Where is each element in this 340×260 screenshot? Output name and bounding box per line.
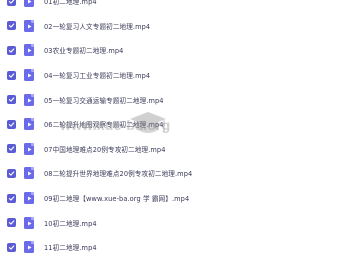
file-name[interactable]: 01初二地理.mp4 [44,0,97,6]
checkbox-checked-icon[interactable] [7,45,16,55]
file-row[interactable]: 08二轮提升世界地理难点20例专攻初二地理.mp4 [0,161,340,186]
checkbox-checked-icon[interactable] [7,119,16,129]
checkbox-checked-icon[interactable] [7,144,16,154]
file-name[interactable]: 03农业专题初二地理.mp4 [44,45,123,55]
video-file-icon [24,19,34,32]
checkbox-checked-icon[interactable] [7,21,16,31]
video-file-icon [24,142,34,155]
video-file-icon [24,118,34,131]
video-file-icon [24,0,34,8]
file-row[interactable]: 09初二地理【www.xue-ba.org 学 霸网】.mp4 [0,186,340,211]
file-row[interactable]: 11初二地理.mp4 [0,235,340,260]
checkbox-checked-icon[interactable] [7,95,16,105]
file-name[interactable]: 05一轮复习交通运输专题初二地理.mp4 [44,95,164,105]
file-row[interactable]: 03农业专题初二地理.mp4 [0,38,340,63]
video-file-icon [24,216,34,229]
video-file-icon [24,69,34,82]
checkbox-checked-icon[interactable] [7,70,16,80]
file-name[interactable]: 02一轮复习人文专题初二地理.mp4 [44,21,150,31]
file-name[interactable]: 09初二地理【www.xue-ba.org 学 霸网】.mp4 [44,193,189,203]
video-file-icon [24,192,34,205]
file-name[interactable]: 11初二地理.mp4 [44,242,97,252]
file-row[interactable]: 05一轮复习交通运输专题初二地理.mp4 [0,87,340,112]
file-row[interactable]: 07中国地理难点20例专攻初二地理.mp4 [0,137,340,162]
checkbox-checked-icon[interactable] [7,242,16,252]
file-name[interactable]: 07中国地理难点20例专攻初二地理.mp4 [44,144,166,154]
checkbox-checked-icon[interactable] [7,0,16,6]
video-file-icon [24,44,34,57]
file-row[interactable]: 10初二地理.mp4 [0,210,340,235]
file-name[interactable]: 04一轮复习工业专题初二地理.mp4 [44,70,150,80]
video-file-icon [24,167,34,180]
checkbox-checked-icon[interactable] [7,193,16,203]
watermark-text: www.xue-ba.org [60,117,171,133]
video-file-icon [24,93,34,106]
file-row[interactable]: 02一轮复习人文专题初二地理.mp4 [0,14,340,39]
checkbox-checked-icon[interactable] [7,168,16,178]
file-row[interactable]: 04一轮复习工业专题初二地理.mp4 [0,63,340,88]
checkbox-checked-icon[interactable] [7,218,16,228]
file-row[interactable]: 01初二地理.mp4 [0,0,340,14]
video-file-icon [24,241,34,254]
file-name[interactable]: 10初二地理.mp4 [44,218,97,228]
file-name[interactable]: 08二轮提升世界地理难点20例专攻初二地理.mp4 [44,168,192,178]
